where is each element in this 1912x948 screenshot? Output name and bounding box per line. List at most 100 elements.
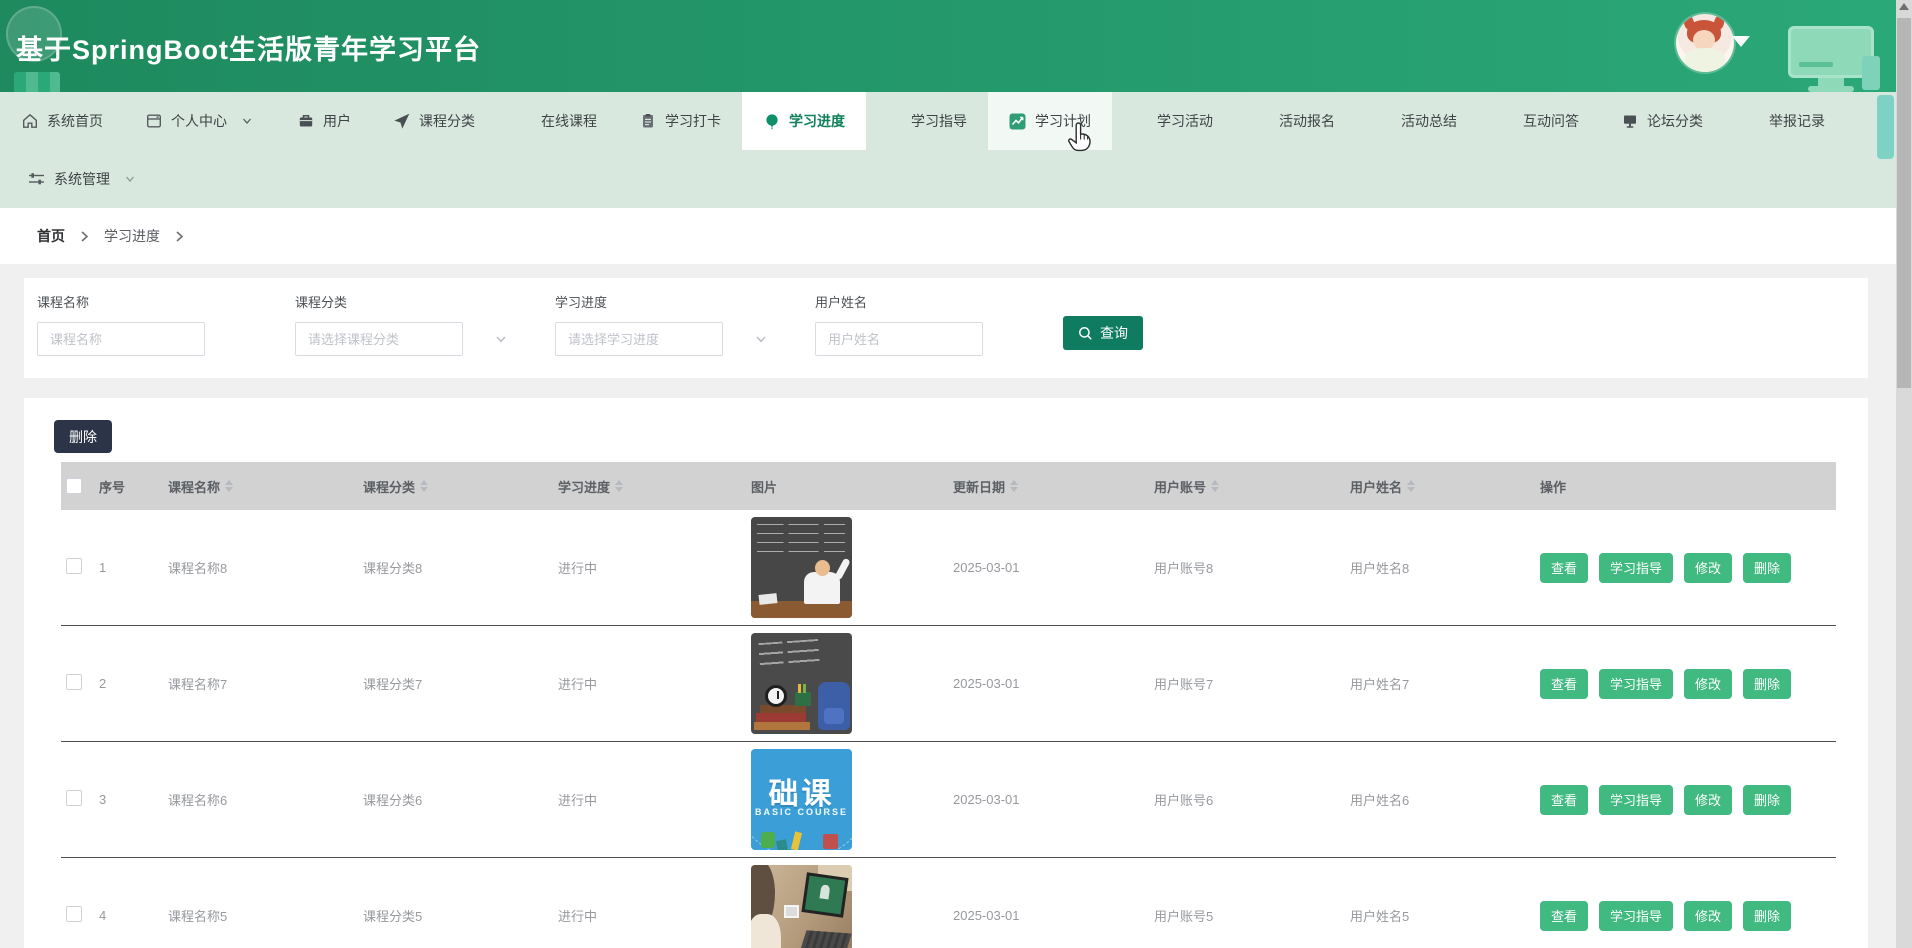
row-checkbox[interactable]: [66, 674, 82, 690]
bulk-delete-button[interactable]: 删除: [54, 420, 112, 453]
home-icon: [21, 113, 38, 130]
sort-caret-icon[interactable]: [615, 480, 624, 492]
breadcrumb: 首页 学习进度: [0, 208, 1896, 264]
study-guidance-button[interactable]: 学习指导: [1599, 784, 1674, 815]
breadcrumb-home[interactable]: 首页: [37, 226, 65, 246]
nav-label: 学习进度: [789, 113, 845, 129]
row-checkbox[interactable]: [66, 790, 82, 806]
sort-caret-icon[interactable]: [420, 480, 429, 492]
nav-item-study-progress[interactable]: 学习进度: [742, 92, 866, 150]
nav-item-study-guidance[interactable]: 学习指导: [866, 92, 988, 150]
chevron-down-icon: [238, 113, 255, 130]
row-checkbox[interactable]: [66, 558, 82, 574]
column-header-account[interactable]: 用户账号: [1147, 477, 1343, 496]
study-guidance-button[interactable]: 学习指导: [1599, 668, 1674, 699]
nav-item-course-category[interactable]: 课程分类: [372, 92, 496, 150]
select-caret-icon[interactable]: [494, 332, 508, 346]
nav-item-report-records[interactable]: 举报记录: [1724, 92, 1846, 150]
edit-button[interactable]: 修改: [1684, 552, 1733, 583]
user-name-input[interactable]: [815, 322, 983, 356]
cell-course: 课程名称5: [168, 909, 228, 924]
view-button[interactable]: 查看: [1540, 784, 1589, 815]
nav-label: 学习活动: [1157, 113, 1213, 129]
sort-caret-icon[interactable]: [1407, 480, 1416, 492]
nav-item-users[interactable]: 用户: [276, 92, 372, 150]
cell-account: 用户账号8: [1154, 561, 1214, 576]
column-header-course[interactable]: 课程名称: [161, 477, 356, 496]
scrollbar-thumb[interactable]: [1897, 18, 1911, 388]
delete-button[interactable]: 删除: [1743, 668, 1792, 699]
main-navbar: 系统首页 个人中心 用户 课程分类 在线课程 学习打卡 学习进度 学习指导 学习…: [0, 92, 1896, 208]
cell-user: 用户姓名7: [1350, 677, 1410, 692]
progress-select[interactable]: [555, 322, 723, 356]
nav-item-activity-signup[interactable]: 活动报名: [1234, 92, 1356, 150]
column-header-progress[interactable]: 学习进度: [551, 477, 747, 496]
filter-label: 课程分类: [295, 295, 348, 310]
column-header-label: 用户账号: [1154, 479, 1207, 495]
cell-no: 4: [99, 908, 107, 923]
filter-progress: 学习进度: [555, 292, 768, 378]
nav-label: 在线课程: [541, 113, 597, 129]
user-avatar[interactable]: [1676, 14, 1734, 72]
search-button[interactable]: 查询: [1063, 316, 1143, 350]
app-page: 基于SpringBoot生活版青年学习平台 系统首页 个人中心 用户 课程分类 …: [0, 0, 1912, 948]
view-button[interactable]: 查看: [1540, 668, 1589, 699]
cell-date: 2025-03-01: [953, 676, 1020, 691]
column-header-image: 图片: [751, 479, 778, 495]
nav-item-personal-center[interactable]: 个人中心: [124, 92, 276, 150]
cell-user: 用户姓名5: [1350, 909, 1410, 924]
vertical-scrollbar[interactable]: [1896, 0, 1912, 948]
nav-item-activity-summary[interactable]: 活动总结: [1356, 92, 1478, 150]
filter-label: 用户姓名: [815, 295, 868, 310]
table-row: 2 课程名称7 课程分类7 进行中 2025-03-01 用户账号7 用户姓名7…: [61, 626, 1836, 742]
app-title: 基于SpringBoot生活版青年学习平台: [16, 35, 481, 65]
nav-item-qa[interactable]: 互动问答: [1478, 92, 1600, 150]
study-guidance-button[interactable]: 学习指导: [1599, 552, 1674, 583]
nav-item-study-checkin[interactable]: 学习打卡: [618, 92, 742, 150]
avatar-dropdown-caret-icon[interactable]: [1732, 36, 1750, 47]
delete-button[interactable]: 删除: [1743, 552, 1792, 583]
sort-caret-icon[interactable]: [1211, 480, 1220, 492]
cell-no: 3: [99, 792, 107, 807]
nav-item-system-home[interactable]: 系统首页: [0, 92, 124, 150]
sort-caret-icon[interactable]: [225, 480, 234, 492]
cell-category: 课程分类8: [363, 561, 423, 576]
nav-label: 系统首页: [47, 113, 103, 129]
study-guidance-button[interactable]: 学习指导: [1599, 900, 1674, 931]
column-header-date[interactable]: 更新日期: [947, 477, 1147, 496]
view-button[interactable]: 查看: [1540, 900, 1589, 931]
filter-course-category: 课程分类: [295, 292, 508, 378]
nav-label: 举报记录: [1769, 113, 1825, 129]
edit-button[interactable]: 修改: [1684, 900, 1733, 931]
course-image-basic-course-poster: 础课 BASIC COURSE: [751, 749, 852, 850]
cell-category: 课程分类5: [363, 909, 423, 924]
cell-no: 1: [99, 560, 107, 575]
edit-button[interactable]: 修改: [1684, 784, 1733, 815]
delete-button[interactable]: 删除: [1743, 900, 1792, 931]
nav-item-study-activities[interactable]: 学习活动: [1112, 92, 1234, 150]
cell-user: 用户姓名6: [1350, 793, 1410, 808]
scrollbar-up-arrow-icon[interactable]: [1899, 3, 1909, 10]
breadcrumb-current: 学习进度: [104, 228, 160, 244]
nav-item-online-courses[interactable]: 在线课程: [496, 92, 618, 150]
column-header-user[interactable]: 用户姓名: [1343, 477, 1535, 496]
view-button[interactable]: 查看: [1540, 552, 1589, 583]
grid-icon: [1377, 114, 1392, 129]
column-header-category[interactable]: 课程分类: [356, 477, 551, 496]
delete-button[interactable]: 删除: [1743, 784, 1792, 815]
course-category-select[interactable]: [295, 322, 463, 356]
select-caret-icon[interactable]: [754, 332, 768, 346]
row-checkbox[interactable]: [66, 906, 82, 922]
nav-item-study-plan[interactable]: 学习计划: [988, 92, 1112, 150]
clipboard-icon: [639, 113, 656, 130]
cell-course: 课程名称7: [168, 677, 228, 692]
edit-button[interactable]: 修改: [1684, 668, 1733, 699]
sort-caret-icon[interactable]: [1010, 480, 1019, 492]
cell-category: 课程分类7: [363, 677, 423, 692]
app-header: 基于SpringBoot生活版青年学习平台: [0, 0, 1896, 92]
course-name-input[interactable]: [37, 322, 205, 356]
select-all-checkbox[interactable]: [66, 478, 82, 494]
nav-item-forum-category[interactable]: 论坛分类: [1600, 92, 1724, 150]
nav-label: 学习计划: [1035, 113, 1091, 129]
nav-item-system-admin[interactable]: 系统管理: [0, 150, 159, 208]
